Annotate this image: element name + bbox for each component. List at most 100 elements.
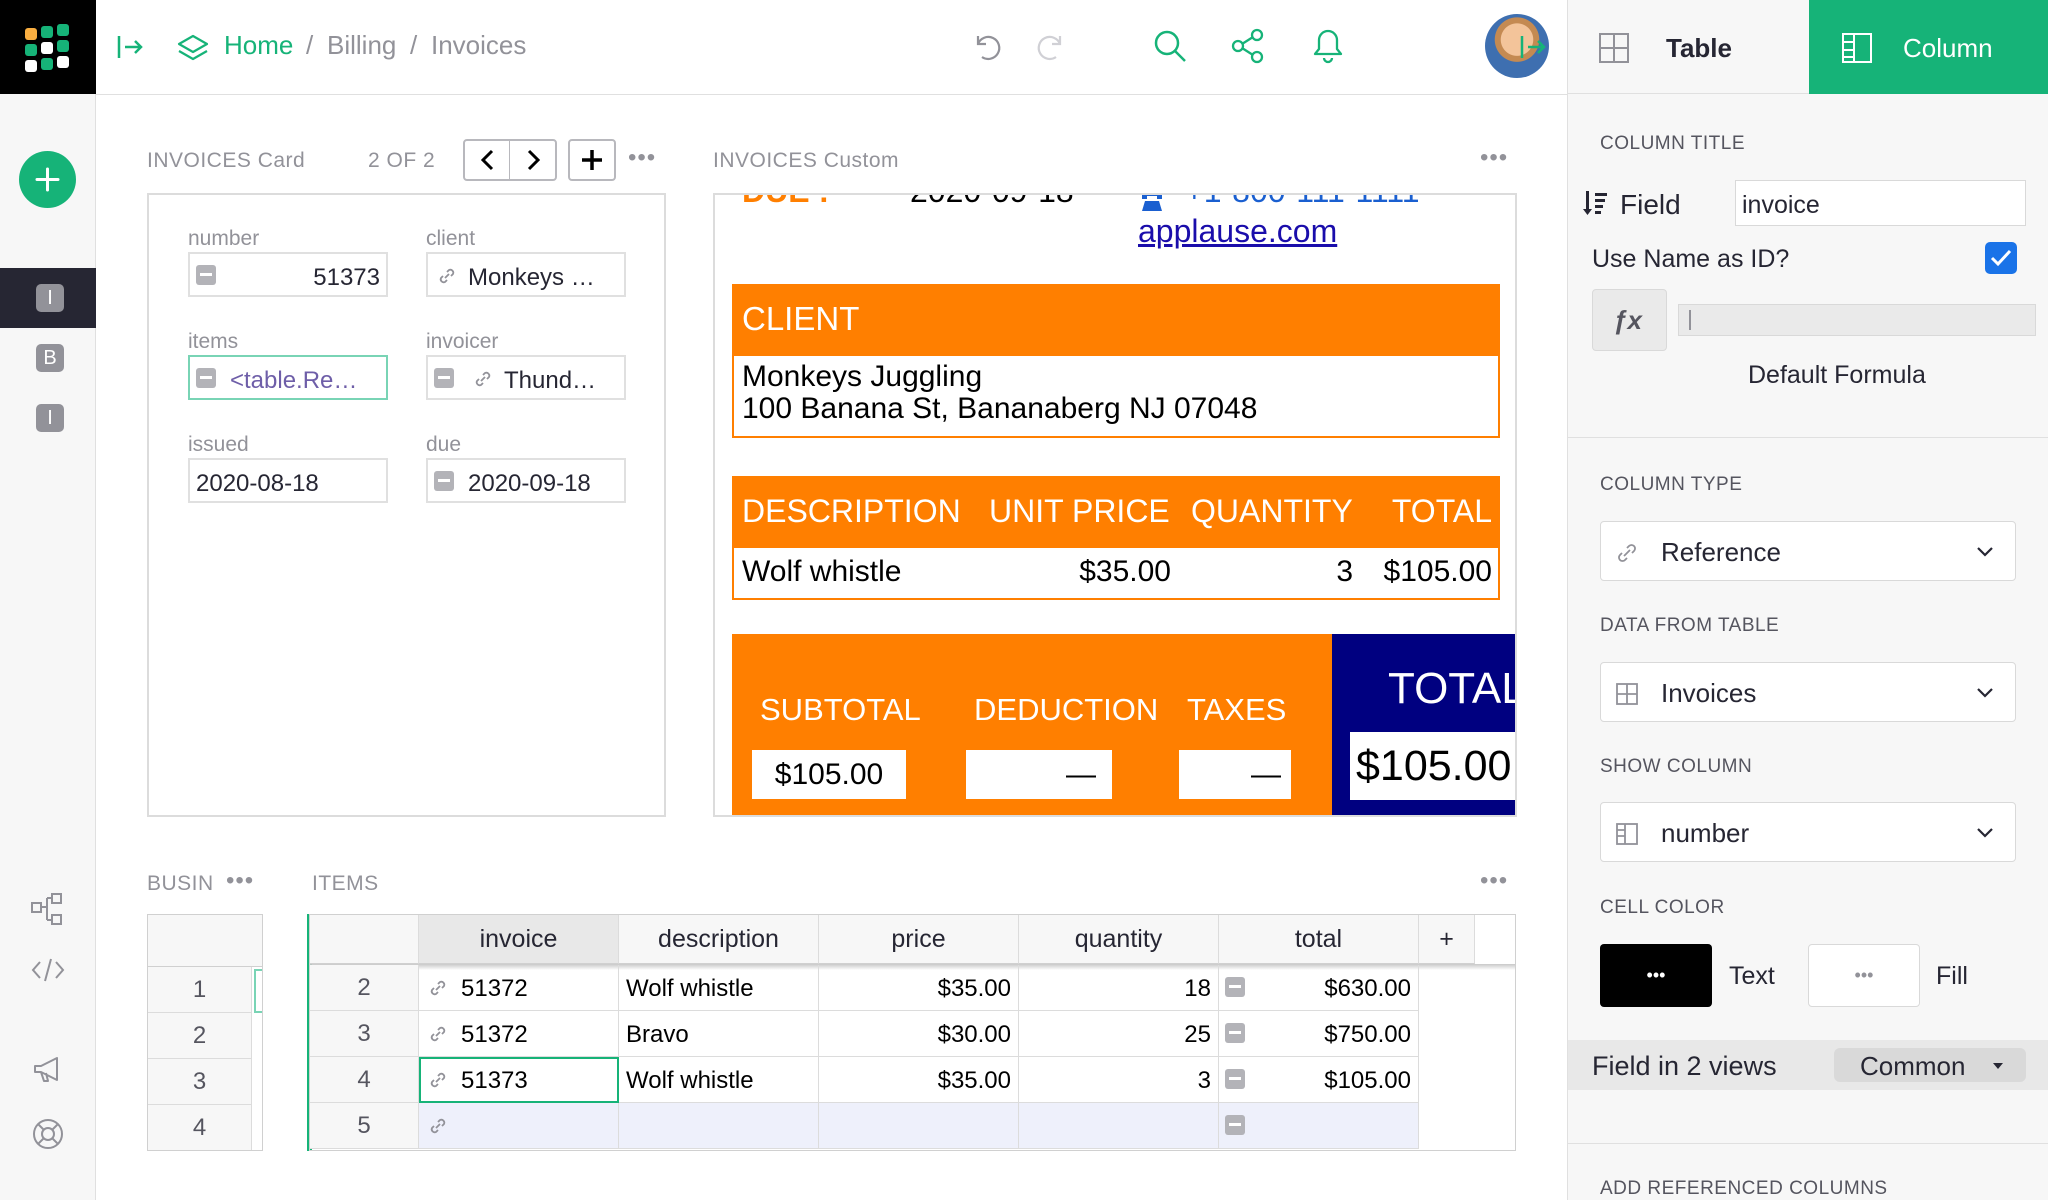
fx-icon: ƒx — [1613, 305, 1642, 335]
breadcrumb-home[interactable]: Home — [224, 30, 293, 61]
quantity-cell[interactable]: 25 — [1019, 1011, 1219, 1057]
next-record-button[interactable] — [511, 141, 556, 179]
megaphone-icon[interactable] — [32, 1055, 64, 1085]
checkmark-icon — [1990, 249, 2012, 267]
column-header-price[interactable]: price — [819, 915, 1019, 964]
text-color-button[interactable]: ••• — [1600, 944, 1712, 1007]
quantity-cell[interactable]: 18 — [1019, 965, 1219, 1011]
row-number[interactable]: 4 — [310, 1057, 419, 1103]
common-settings-dropdown[interactable]: Common — [1834, 1048, 2026, 1082]
quantity-cell-new[interactable] — [1019, 1103, 1219, 1149]
prev-record-button[interactable] — [465, 141, 510, 179]
card-menu-icon[interactable]: ••• — [628, 144, 656, 172]
help-lifebuoy-icon[interactable] — [31, 1117, 65, 1151]
items-field[interactable]: <table.Re… — [188, 355, 388, 400]
page-item-invoices[interactable]: I — [0, 268, 96, 328]
row-number[interactable]: 2 — [148, 1013, 252, 1059]
price-cell[interactable]: $30.00 — [819, 1011, 1019, 1057]
reference-list-icon — [196, 368, 216, 388]
busin-menu-icon[interactable]: ••• — [226, 867, 254, 895]
total-cell[interactable]: $105.00 — [1219, 1057, 1419, 1103]
open-creator-panel-icon[interactable] — [1519, 34, 1549, 60]
number-field[interactable]: 51373 — [188, 252, 388, 297]
chevron-down-icon — [1977, 547, 1993, 557]
redo-icon[interactable] — [1034, 30, 1068, 64]
breadcrumb-invoices[interactable]: Invoices — [431, 30, 526, 61]
code-view-icon[interactable] — [30, 955, 66, 985]
price-cell[interactable]: $35.00 — [819, 965, 1019, 1011]
column-id-input[interactable]: invoice — [1735, 180, 2026, 226]
price-cell[interactable]: $35.00 — [819, 1057, 1019, 1103]
tab-table[interactable]: Table — [1568, 0, 1809, 94]
formula-type-icon — [1225, 1069, 1245, 1089]
row-number[interactable]: 5 — [310, 1103, 419, 1149]
share-icon[interactable] — [1231, 28, 1265, 64]
undo-icon[interactable] — [970, 30, 1004, 64]
grist-logo[interactable] — [0, 0, 96, 94]
row-number[interactable]: 3 — [148, 1059, 252, 1105]
description-cell[interactable]: Bravo — [619, 1011, 819, 1057]
plus-icon — [582, 150, 602, 170]
add-column-button[interactable]: + — [1419, 915, 1475, 964]
custom-menu-icon[interactable]: ••• — [1480, 144, 1508, 172]
description-cell[interactable]: Wolf whistle — [619, 965, 819, 1011]
show-column-select[interactable]: number — [1600, 802, 2016, 862]
issued-field[interactable]: 2020-08-18 — [188, 458, 388, 503]
data-from-table-select[interactable]: Invoices — [1600, 662, 2016, 722]
items-menu-icon[interactable]: ••• — [1480, 867, 1508, 895]
formula-type-icon — [1225, 1115, 1245, 1135]
row-number[interactable]: 3 — [310, 1011, 419, 1057]
client-field[interactable]: Monkeys … — [426, 252, 626, 297]
description-cell-new[interactable] — [619, 1103, 819, 1149]
notification-bell-icon[interactable] — [1311, 27, 1345, 65]
invoice-cell-new[interactable] — [419, 1103, 619, 1149]
plus-icon — [35, 167, 60, 192]
add-record-button[interactable] — [568, 139, 616, 181]
fill-color-label: Fill — [1936, 962, 1968, 990]
website-link[interactable]: applause.com — [1138, 213, 1337, 250]
taxes-value: — — [1179, 750, 1291, 799]
page-item-business[interactable]: B — [0, 328, 96, 388]
column-header-description[interactable]: description — [619, 915, 819, 964]
quantity-cell[interactable]: 3 — [1019, 1057, 1219, 1103]
cell-color-label: CELL COLOR — [1600, 897, 1725, 918]
column-type-select[interactable]: Reference — [1600, 521, 2016, 581]
col-total: TOTAL — [1391, 493, 1492, 529]
formula-button[interactable]: ƒx — [1592, 289, 1667, 351]
collapse-panel-icon[interactable] — [116, 34, 144, 60]
invoicer-field[interactable]: Thund… — [426, 355, 626, 400]
link-icon — [430, 1072, 446, 1088]
use-name-as-id-checkbox[interactable] — [1985, 242, 2017, 274]
column-header-total[interactable]: total — [1219, 915, 1419, 964]
description-cell[interactable]: Wolf whistle — [619, 1057, 819, 1103]
table-icon — [1599, 33, 1629, 63]
due-field[interactable]: 2020-09-18 — [426, 458, 626, 503]
search-icon[interactable] — [1152, 28, 1188, 64]
row-number[interactable]: 4 — [148, 1105, 252, 1150]
col-unit-price: UNIT PRICE — [989, 493, 1170, 529]
price-cell-new[interactable] — [819, 1103, 1019, 1149]
row-number[interactable]: 2 — [310, 965, 419, 1011]
add-new-button[interactable] — [19, 151, 76, 208]
breadcrumb-billing[interactable]: Billing — [327, 30, 396, 61]
raw-data-icon[interactable] — [30, 892, 66, 926]
home-layers-icon[interactable] — [176, 32, 210, 64]
due-label: DUE : — [742, 195, 829, 210]
link-icon — [430, 1118, 446, 1134]
total-cell[interactable]: $750.00 — [1219, 1011, 1419, 1057]
tab-column[interactable]: Column — [1809, 0, 2048, 94]
column-header-quantity[interactable]: quantity — [1019, 915, 1219, 964]
total-cell[interactable]: $630.00 — [1219, 965, 1419, 1011]
formula-input[interactable] — [1678, 304, 2036, 336]
row-number[interactable]: 1 — [148, 967, 252, 1013]
link-icon — [430, 980, 446, 996]
total-cell-new[interactable] — [1219, 1103, 1419, 1149]
invoice-cell-selected[interactable]: 51373 — [419, 1057, 619, 1103]
invoice-cell[interactable]: 51372 — [419, 1011, 619, 1057]
chevron-right-icon — [527, 149, 541, 171]
page-item-items[interactable]: I — [0, 388, 96, 448]
invoice-cell[interactable]: 51372 — [419, 965, 619, 1011]
phone-number[interactable]: +1-800-111-1111 — [1185, 195, 1420, 210]
fill-color-button[interactable]: ••• — [1808, 944, 1920, 1007]
column-header-invoice[interactable]: invoice — [419, 915, 619, 964]
